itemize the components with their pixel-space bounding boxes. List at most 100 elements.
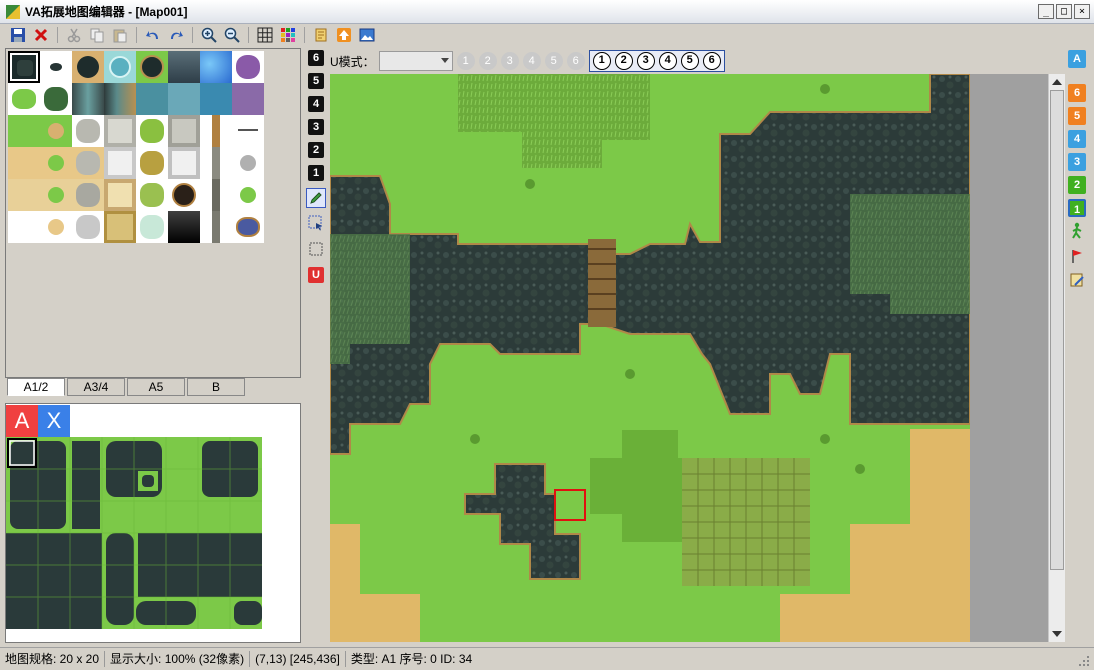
map-tiles[interactable] bbox=[330, 74, 970, 642]
tile-log[interactable] bbox=[200, 115, 232, 147]
autotile-a-button[interactable]: A bbox=[6, 405, 38, 437]
close-window-button[interactable]: × bbox=[1074, 4, 1090, 19]
layer-1-color-button[interactable]: 1 bbox=[1068, 199, 1086, 217]
tile-cobble-2[interactable] bbox=[72, 147, 104, 179]
resize-grip-icon[interactable] bbox=[1078, 655, 1090, 667]
tile-snow-frame[interactable] bbox=[104, 147, 136, 179]
scroll-up-icon[interactable] bbox=[1052, 79, 1062, 85]
tile-wood-frame[interactable] bbox=[104, 179, 136, 211]
scroll-down-icon[interactable] bbox=[1052, 631, 1062, 637]
umode-slot-6[interactable]: 6 bbox=[702, 52, 721, 70]
pencil-tool[interactable] bbox=[306, 188, 326, 208]
tile-frame-2[interactable] bbox=[168, 115, 200, 147]
tab-b[interactable]: B bbox=[187, 378, 245, 396]
tile-ice-wall[interactable] bbox=[136, 83, 168, 115]
paste-button[interactable] bbox=[110, 25, 130, 45]
copy-button[interactable] bbox=[87, 25, 107, 45]
layer-3-color-button[interactable]: 3 bbox=[1068, 153, 1086, 171]
tile-snow-frame-2[interactable] bbox=[168, 147, 200, 179]
tile-cobble-3[interactable] bbox=[72, 179, 104, 211]
layer-4-color-button[interactable]: 4 bbox=[1068, 130, 1086, 148]
save-button[interactable] bbox=[8, 25, 28, 45]
tile-post-3[interactable] bbox=[200, 211, 232, 243]
rect-select-tool[interactable] bbox=[308, 241, 324, 260]
umode-slot-1[interactable]: 1 bbox=[592, 52, 611, 70]
tile-frost-bush[interactable] bbox=[136, 211, 168, 243]
tab-a1-2[interactable]: A1/2 bbox=[7, 378, 65, 396]
umode-slot-3[interactable]: 3 bbox=[636, 52, 655, 70]
umode-slot-4[interactable]: 4 bbox=[658, 52, 677, 70]
tile-ice-ring[interactable] bbox=[104, 51, 136, 83]
tile-bush-2[interactable] bbox=[136, 179, 168, 211]
zoom-in-button[interactable] bbox=[199, 25, 219, 45]
layer-2-button[interactable]: 2 bbox=[308, 142, 324, 158]
tile-pond[interactable] bbox=[232, 211, 264, 243]
map-canvas[interactable] bbox=[330, 74, 970, 642]
tileset-grid[interactable] bbox=[8, 51, 264, 243]
tile-frame[interactable] bbox=[104, 115, 136, 147]
tile-dark-hole[interactable] bbox=[168, 179, 200, 211]
tab-a3-4[interactable]: A3/4 bbox=[67, 378, 125, 396]
tile-pit-selected[interactable] bbox=[8, 51, 40, 83]
region-button[interactable] bbox=[1069, 248, 1085, 267]
tile-crack[interactable] bbox=[232, 115, 264, 147]
layer-4-button[interactable]: 4 bbox=[308, 96, 324, 112]
event-button[interactable] bbox=[1069, 222, 1085, 243]
zoom-out-button[interactable] bbox=[222, 25, 242, 45]
edit-button[interactable] bbox=[1069, 272, 1085, 291]
script-button[interactable] bbox=[311, 25, 331, 45]
image-button[interactable] bbox=[357, 25, 377, 45]
layer-2-color-button[interactable]: 2 bbox=[1068, 176, 1086, 194]
tile-water[interactable] bbox=[200, 51, 232, 83]
close-file-button[interactable] bbox=[31, 25, 51, 45]
layer-6-button[interactable]: 6 bbox=[308, 50, 324, 66]
undo-button[interactable] bbox=[143, 25, 163, 45]
tab-a5[interactable]: A5 bbox=[127, 378, 185, 396]
tile-straw-mat[interactable] bbox=[104, 211, 136, 243]
tile-post[interactable] bbox=[200, 147, 232, 179]
layer-5-button[interactable]: 5 bbox=[308, 73, 324, 89]
tile-sand-grass-2[interactable] bbox=[40, 179, 72, 211]
cut-button[interactable] bbox=[64, 25, 84, 45]
tile-cave-sand[interactable] bbox=[72, 51, 104, 83]
layer-6-color-button[interactable]: 6 bbox=[1068, 84, 1086, 102]
redo-button[interactable] bbox=[166, 25, 186, 45]
tile-hole-grass[interactable] bbox=[136, 51, 168, 83]
autotile-x-button[interactable]: X bbox=[38, 405, 70, 437]
tile-leaves[interactable] bbox=[8, 83, 40, 115]
tile-smoke[interactable] bbox=[232, 147, 264, 179]
tile-sand-2[interactable] bbox=[8, 179, 40, 211]
tile-black-gradient[interactable] bbox=[168, 211, 200, 243]
tile-blue-brick[interactable] bbox=[200, 83, 232, 115]
umode-select[interactable] bbox=[378, 51, 453, 71]
maximize-button[interactable]: □ bbox=[1056, 4, 1072, 19]
tile-white-sand[interactable] bbox=[40, 211, 72, 243]
scrollbar-thumb[interactable] bbox=[1050, 90, 1064, 570]
u-mode-tool[interactable]: U bbox=[308, 267, 324, 283]
autotile-grid[interactable] bbox=[6, 437, 266, 633]
tile-fern[interactable] bbox=[40, 83, 72, 115]
tile-cobble[interactable] bbox=[72, 115, 104, 147]
grid-button[interactable] bbox=[255, 25, 275, 45]
tileset-palette[interactable] bbox=[5, 48, 301, 378]
tile-purple-bush[interactable] bbox=[232, 51, 264, 83]
tile-white-cobble[interactable] bbox=[72, 211, 104, 243]
umode-slot-2[interactable]: 2 bbox=[614, 52, 633, 70]
tile-grass[interactable] bbox=[8, 115, 40, 147]
layer-5-color-button[interactable]: 5 bbox=[1068, 107, 1086, 125]
tile-dead-tree[interactable] bbox=[232, 83, 264, 115]
tile-grass-tuft[interactable] bbox=[232, 179, 264, 211]
tile-sand-grass[interactable] bbox=[40, 147, 72, 179]
tile-grass-dirt[interactable] bbox=[40, 115, 72, 147]
layer-a-button[interactable]: A bbox=[1068, 50, 1086, 68]
layer-3-button[interactable]: 3 bbox=[308, 119, 324, 135]
minimize-button[interactable]: _ bbox=[1038, 4, 1054, 19]
tile-cliff-waterfall[interactable] bbox=[104, 83, 136, 115]
tile-ice-wall-2[interactable] bbox=[168, 83, 200, 115]
tile-post-2[interactable] bbox=[200, 179, 232, 211]
tile-sand[interactable] bbox=[8, 147, 40, 179]
palette-button[interactable] bbox=[278, 25, 298, 45]
layer-1-button[interactable]: 1 bbox=[308, 165, 324, 181]
autotile-panel[interactable]: A X bbox=[5, 403, 301, 643]
tile-rock[interactable] bbox=[40, 51, 72, 83]
